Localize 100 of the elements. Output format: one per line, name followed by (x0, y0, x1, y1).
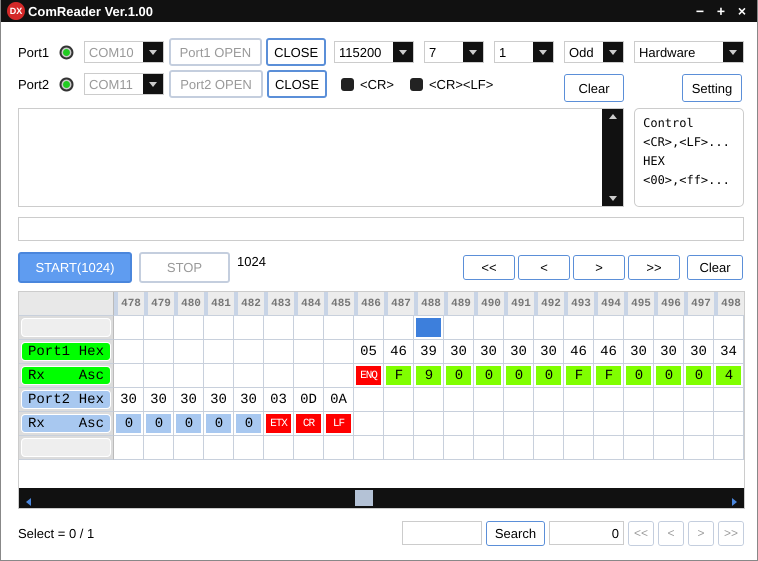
grid-cell[interactable] (384, 316, 414, 340)
grid-cell[interactable] (354, 388, 384, 412)
grid-cell[interactable] (504, 388, 534, 412)
dropdown-arrow-icon[interactable] (148, 48, 157, 56)
grid-cell[interactable] (624, 436, 654, 460)
column-header[interactable]: 488 (414, 292, 444, 316)
dropdown-arrow-icon[interactable] (469, 48, 477, 56)
grid-cell[interactable]: 46 (564, 340, 594, 364)
grid-cell[interactable] (594, 388, 624, 412)
grid-cell[interactable] (174, 436, 204, 460)
grid-cell[interactable] (354, 316, 384, 340)
search-button[interactable]: Search (486, 520, 545, 546)
grid-cell[interactable] (654, 412, 684, 436)
grid-cell[interactable]: 39 (414, 340, 444, 364)
grid-cell[interactable] (504, 412, 534, 436)
grid-cell[interactable] (384, 436, 414, 460)
dropdown[interactable]: 7 (424, 41, 484, 63)
grid-cell[interactable]: 30 (174, 388, 204, 412)
grid-cell[interactable] (564, 316, 594, 340)
column-header[interactable]: 482 (234, 292, 264, 316)
row-header[interactable]: Port1 Hex (21, 342, 111, 361)
grid-cell[interactable] (474, 388, 504, 412)
column-header[interactable]: 481 (204, 292, 234, 316)
input-field[interactable] (18, 217, 744, 241)
grid-cell[interactable] (264, 436, 294, 460)
grid-cell[interactable] (234, 340, 264, 364)
grid-cell[interactable]: 30 (444, 340, 474, 364)
dropdown-arrow-icon[interactable] (149, 80, 157, 88)
grid-cell[interactable] (444, 412, 474, 436)
grid-cell[interactable] (174, 364, 204, 388)
grid-cell[interactable] (114, 316, 144, 340)
grid-cell[interactable] (144, 436, 174, 460)
grid-cell[interactable]: 30 (624, 340, 654, 364)
grid-cell[interactable] (534, 412, 564, 436)
grid-cell[interactable] (714, 388, 744, 412)
column-header[interactable]: 496 (654, 292, 684, 316)
grid-cell[interactable]: 03 (264, 388, 294, 412)
grid-cell[interactable]: 30 (504, 340, 534, 364)
column-header[interactable]: 491 (504, 292, 534, 316)
grid-cell[interactable] (354, 436, 384, 460)
grid-cell[interactable] (234, 436, 264, 460)
column-header[interactable]: 490 (474, 292, 504, 316)
grid-cell[interactable] (144, 340, 174, 364)
grid-cell[interactable] (174, 340, 204, 364)
grid-cell[interactable]: 05 (354, 340, 384, 364)
grid-cell[interactable] (534, 436, 564, 460)
grid-cell[interactable] (474, 436, 504, 460)
grid-cell[interactable] (204, 436, 234, 460)
column-header[interactable]: 493 (564, 292, 594, 316)
dropdown-arrow-icon[interactable] (539, 48, 547, 56)
dropdown[interactable]: Hardware (634, 41, 744, 63)
grid-cell[interactable] (294, 316, 324, 340)
grid-cell[interactable] (714, 412, 744, 436)
grid-cell[interactable] (294, 436, 324, 460)
row-header[interactable] (21, 438, 111, 457)
grid-cell[interactable] (114, 436, 144, 460)
grid-cell[interactable] (474, 316, 504, 340)
grid-cell[interactable] (204, 340, 234, 364)
dropdown[interactable]: Odd (564, 41, 624, 63)
grid-cell[interactable] (624, 316, 654, 340)
grid-cell[interactable] (144, 364, 174, 388)
grid-cell[interactable] (624, 388, 654, 412)
grid-cell[interactable] (564, 436, 594, 460)
grid-cell[interactable] (534, 388, 564, 412)
grid-cell[interactable] (234, 316, 264, 340)
grid-cell[interactable] (504, 316, 534, 340)
row-header[interactable] (21, 318, 111, 337)
grid-cell[interactable] (714, 436, 744, 460)
grid-cell[interactable] (294, 364, 324, 388)
grid-cell[interactable] (324, 340, 354, 364)
column-header[interactable]: 484 (294, 292, 324, 316)
column-header[interactable]: 480 (174, 292, 204, 316)
grid-cell[interactable] (384, 412, 414, 436)
grid-cell[interactable] (384, 388, 414, 412)
dropdown[interactable]: 115200 (334, 41, 414, 63)
column-header[interactable]: 494 (594, 292, 624, 316)
column-header[interactable]: 495 (624, 292, 654, 316)
nav-button[interactable]: < (518, 254, 570, 280)
grid-cell[interactable] (654, 388, 684, 412)
grid-cell[interactable]: 46 (384, 340, 414, 364)
close-button[interactable]: CLOSE (267, 70, 327, 98)
grid-cell[interactable] (564, 412, 594, 436)
setting-button[interactable]: Setting (682, 74, 742, 102)
search-field[interactable] (402, 521, 482, 545)
grid-cell[interactable] (594, 412, 624, 436)
column-header[interactable]: 478 (114, 292, 144, 316)
clear-button[interactable]: Clear (687, 254, 743, 280)
dropdown-arrow-icon[interactable] (399, 48, 407, 56)
grid-cell[interactable] (144, 316, 174, 340)
grid-cell[interactable] (264, 340, 294, 364)
column-header[interactable]: 492 (534, 292, 564, 316)
grid-cell[interactable] (564, 388, 594, 412)
close-button[interactable]: CLOSE (266, 38, 326, 66)
column-header[interactable]: 497 (684, 292, 714, 316)
grid-cell[interactable]: 30 (204, 388, 234, 412)
grid-cell[interactable] (414, 316, 444, 340)
position-field[interactable]: 0 (549, 521, 624, 545)
grid-cell[interactable] (684, 316, 714, 340)
grid-cell[interactable] (204, 364, 234, 388)
grid-cell[interactable] (354, 412, 384, 436)
